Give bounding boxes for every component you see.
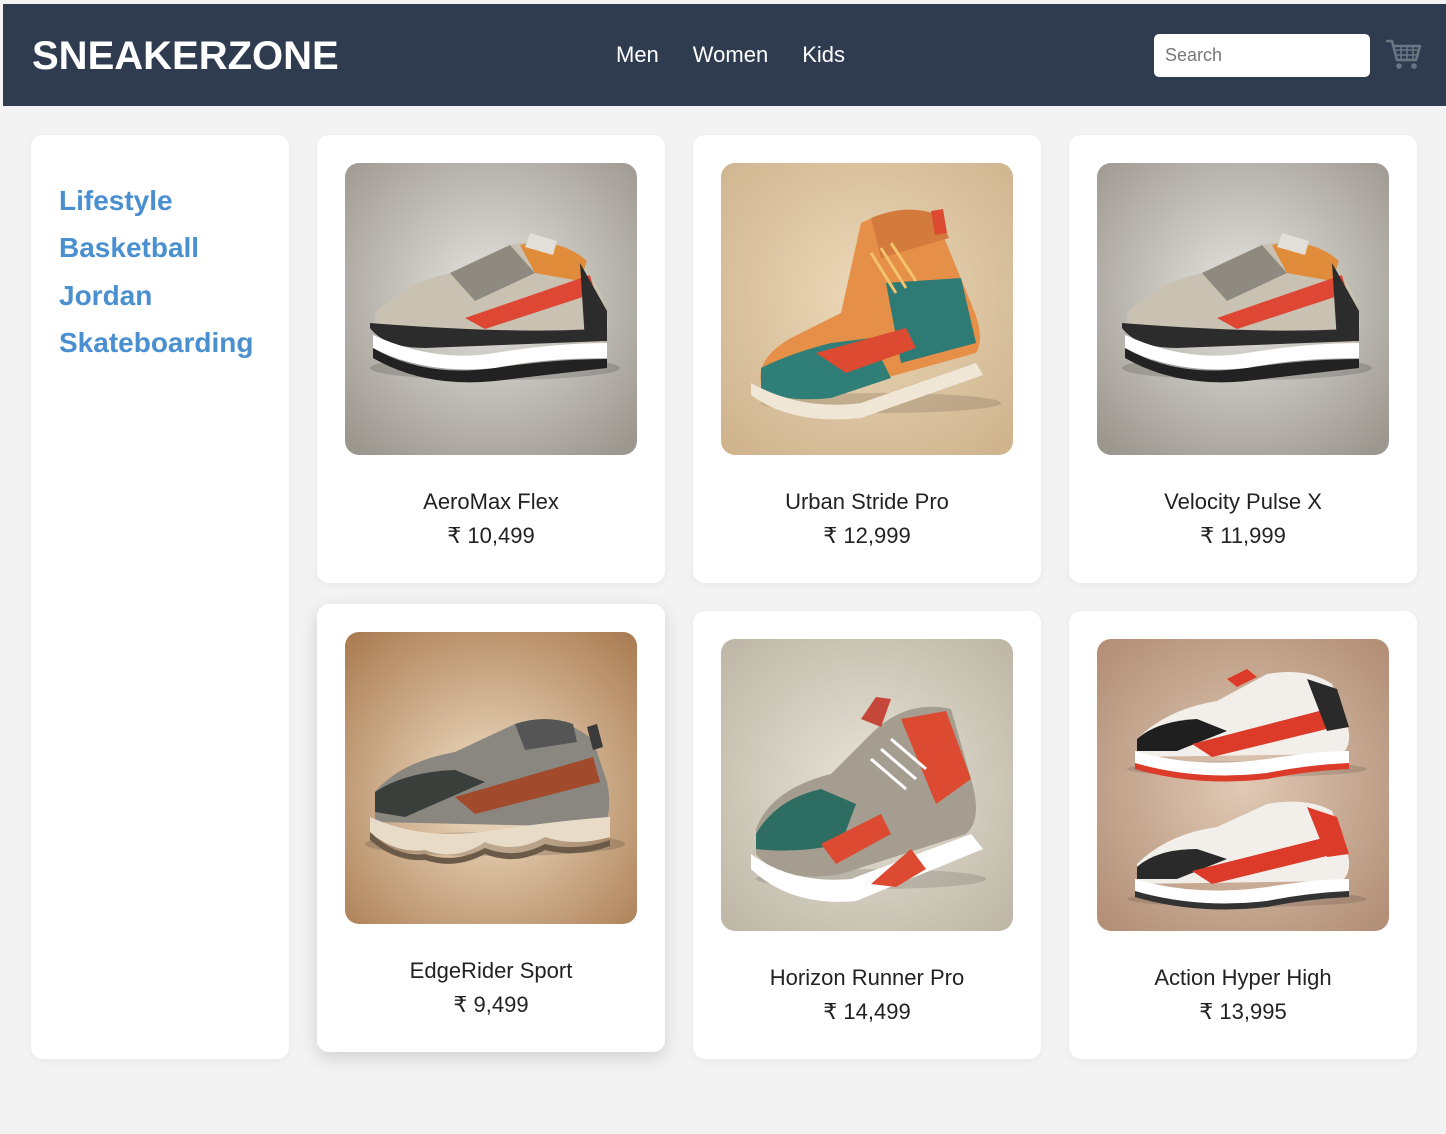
category-lifestyle[interactable]: Lifestyle bbox=[59, 185, 173, 217]
product-image[interactable] bbox=[345, 163, 637, 455]
category-sidebar: Lifestyle Basketball Jordan Skateboardin… bbox=[31, 135, 289, 1059]
product-image[interactable] bbox=[721, 163, 1013, 455]
nav-link-women[interactable]: Women bbox=[693, 42, 768, 68]
product-name[interactable]: AeroMax Flex bbox=[317, 489, 665, 515]
product-price: ₹ 9,499 bbox=[453, 992, 529, 1017]
product-card[interactable]: Velocity Pulse X ₹ 11,999 bbox=[1069, 135, 1417, 583]
search-input[interactable] bbox=[1154, 34, 1370, 77]
nav-link-men[interactable]: Men bbox=[616, 42, 659, 68]
product-image[interactable] bbox=[1097, 639, 1389, 931]
top-navigation-bar: SNEAKERZONE Men Women Kids bbox=[3, 4, 1446, 106]
product-card[interactable]: Urban Stride Pro ₹ 12,999 bbox=[693, 135, 1041, 583]
product-name[interactable]: EdgeRider Sport bbox=[317, 958, 665, 984]
product-price: ₹ 10,499 bbox=[447, 523, 535, 548]
product-card[interactable]: Action Hyper High ₹ 13,995 bbox=[1069, 611, 1417, 1059]
product-name[interactable]: Action Hyper High bbox=[1069, 965, 1417, 991]
site-logo[interactable]: SNEAKERZONE bbox=[32, 34, 339, 79]
product-card[interactable]: Horizon Runner Pro ₹ 14,499 bbox=[693, 611, 1041, 1059]
product-name[interactable]: Urban Stride Pro bbox=[693, 489, 1041, 515]
product-image[interactable] bbox=[345, 632, 637, 924]
category-skateboarding[interactable]: Skateboarding bbox=[59, 327, 253, 359]
category-jordan[interactable]: Jordan bbox=[59, 280, 152, 312]
product-image[interactable] bbox=[1097, 163, 1389, 455]
product-price: ₹ 13,995 bbox=[1199, 999, 1287, 1024]
product-price: ₹ 14,499 bbox=[823, 999, 911, 1024]
product-price: ₹ 12,999 bbox=[823, 523, 911, 548]
nav-link-kids[interactable]: Kids bbox=[802, 42, 845, 68]
product-name[interactable]: Horizon Runner Pro bbox=[693, 965, 1041, 991]
product-name[interactable]: Velocity Pulse X bbox=[1069, 489, 1417, 515]
main-nav: Men Women Kids bbox=[616, 42, 845, 68]
product-card[interactable]: EdgeRider Sport ₹ 9,499 bbox=[317, 604, 665, 1052]
shopping-cart-icon[interactable] bbox=[1384, 36, 1422, 72]
category-basketball[interactable]: Basketball bbox=[59, 232, 199, 264]
product-price: ₹ 11,999 bbox=[1200, 523, 1286, 548]
product-card[interactable]: AeroMax Flex ₹ 10,499 bbox=[317, 135, 665, 583]
product-image[interactable] bbox=[721, 639, 1013, 931]
